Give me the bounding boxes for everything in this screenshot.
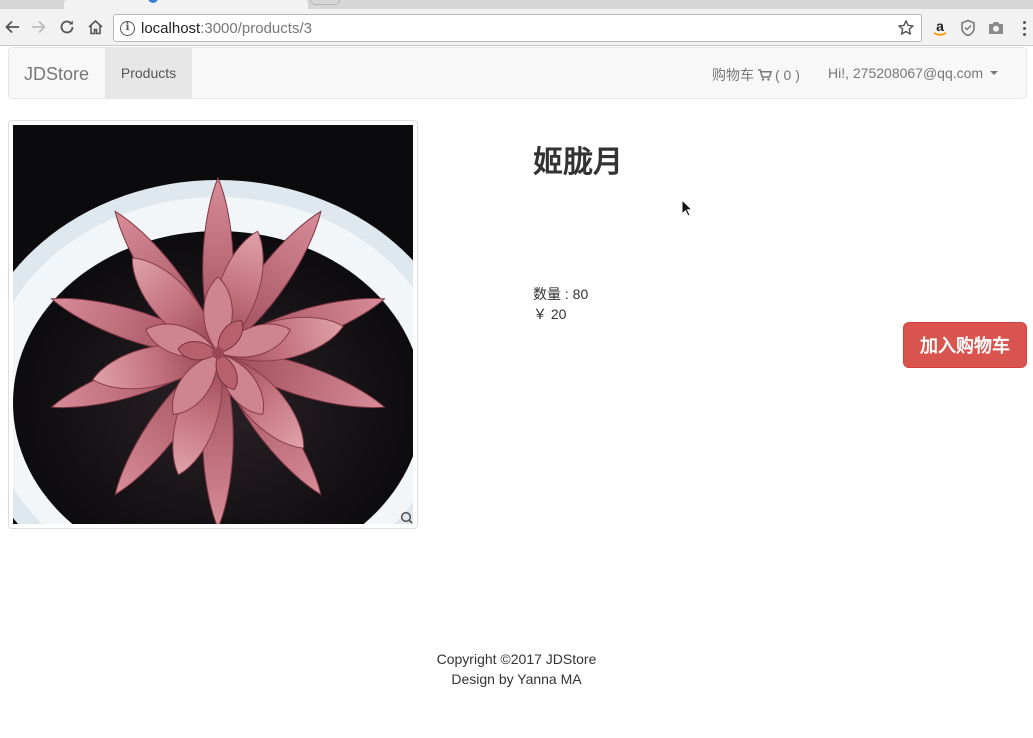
- product-price: ￥ 20: [533, 306, 567, 322]
- svg-text:a: a: [936, 19, 944, 34]
- url-path: :3000/products/3: [200, 20, 312, 37]
- footer-copyright: Copyright ©2017 JDStore: [436, 651, 597, 667]
- reload-icon[interactable]: [56, 16, 78, 38]
- shopping-cart-icon: [758, 69, 772, 81]
- succulent-image: [13, 125, 413, 524]
- footer-credit: Design by Yanna MA: [451, 671, 582, 687]
- forward-arrow-icon[interactable]: [28, 16, 50, 38]
- camera-extension-icon[interactable]: [986, 18, 1006, 38]
- cart-count: ( 0 ): [775, 67, 800, 83]
- mouse-pointer-icon: [681, 199, 693, 217]
- add-to-cart-button[interactable]: 加入购物车: [903, 322, 1027, 368]
- address-bar[interactable]: i localhost:3000/products/3: [113, 14, 922, 42]
- browser-tab-strip: [0, 0, 1033, 9]
- menu-dots-icon[interactable]: [1021, 21, 1027, 37]
- product-title: 姬胧月: [533, 146, 623, 179]
- browser-tab-active[interactable]: [64, 0, 308, 9]
- info-icon[interactable]: i: [120, 21, 135, 36]
- app-navbar: JDStore Products 购物车 ( 0 ) Hi!, 27520806…: [8, 47, 1027, 99]
- bookmark-star-icon[interactable]: [897, 19, 915, 37]
- nav-products-link[interactable]: Products: [105, 48, 192, 98]
- home-icon[interactable]: [84, 16, 106, 38]
- cart-link[interactable]: 购物车 ( 0 ): [712, 65, 800, 85]
- url-host: localhost: [141, 20, 201, 37]
- product-quantity: 数量 : 80: [533, 286, 589, 302]
- shield-extension-icon[interactable]: [958, 18, 978, 38]
- tab-favicon-icon: [148, 0, 158, 3]
- zoom-icon[interactable]: [400, 511, 413, 524]
- chevron-down-icon: [990, 71, 999, 75]
- cart-label: 购物车: [712, 67, 754, 83]
- browser-toolbar: i localhost:3000/products/3 a: [0, 9, 1033, 46]
- new-tab-button[interactable]: [310, 0, 340, 5]
- address-url: localhost:3000/products/3: [141, 21, 312, 37]
- back-arrow-icon[interactable]: [1, 16, 23, 38]
- product-image: [8, 120, 418, 529]
- amazon-extension-icon[interactable]: a: [930, 18, 950, 38]
- user-dropdown[interactable]: Hi!, 275208067@qq.com: [828, 65, 999, 81]
- user-label: Hi!, 275208067@qq.com: [828, 65, 984, 81]
- brand-link[interactable]: JDStore: [24, 64, 89, 85]
